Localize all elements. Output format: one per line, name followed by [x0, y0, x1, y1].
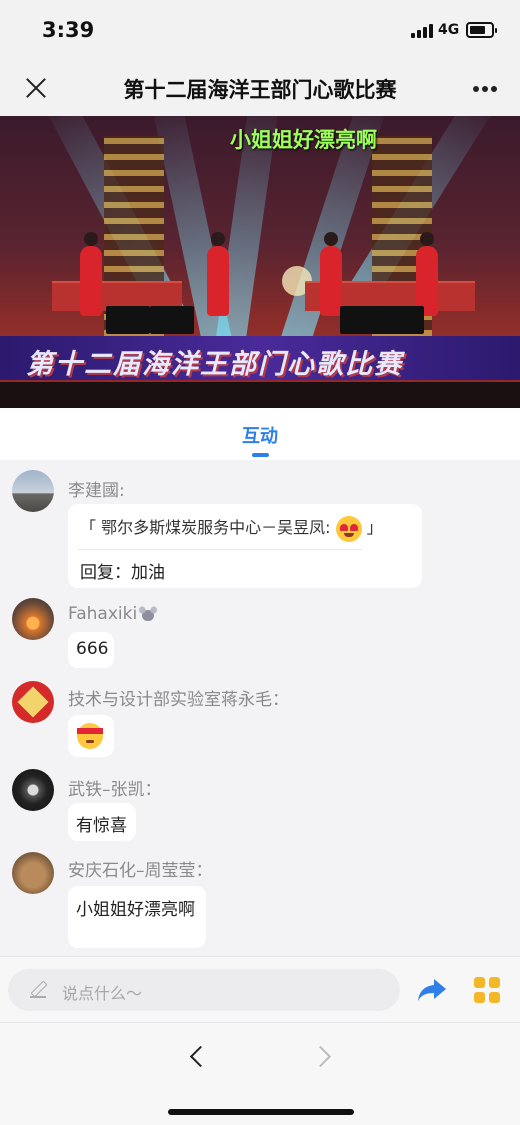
share-icon[interactable] — [416, 976, 448, 1004]
stage-speaker — [380, 306, 424, 334]
avatar[interactable] — [12, 852, 54, 894]
browser-toolbar — [0, 1022, 520, 1125]
comment-input[interactable]: 说点什么～ — [8, 969, 400, 1011]
tab-active-indicator — [252, 453, 269, 457]
reply-text: 回复：加油 — [80, 563, 165, 583]
danmaku-comment: 小姐姐好漂亮啊 — [230, 128, 377, 152]
message-bubble: 有惊喜 — [68, 803, 136, 841]
page-title: 第十二届海洋王部门心歌比赛 — [123, 78, 397, 102]
message-bubble: 666 — [68, 632, 114, 668]
mouse-icon — [139, 606, 158, 622]
back-chevron-icon[interactable] — [182, 1041, 212, 1071]
signal-icon — [411, 24, 433, 38]
tab-bar: 互动 — [0, 408, 520, 460]
status-bar: 3:39 4G — [0, 0, 520, 60]
stage-banner-text: 第十二届海洋王部门心歌比赛 — [26, 349, 403, 380]
message-username: 安庆石化–周莹莹： — [68, 861, 213, 881]
message-feed[interactable]: 李建國: 「 鄂尔多斯煤炭服务中心－吴昱凤: 」 回复：加油 Fahaxiki … — [0, 460, 520, 956]
quote-text: 「 鄂尔多斯煤炭服务中心－吴昱凤: 」 — [80, 514, 383, 542]
message-username: Fahaxiki — [68, 604, 158, 624]
battery-icon — [466, 22, 497, 38]
performer — [80, 232, 102, 316]
comment-bar: 说点什么～ — [0, 956, 520, 1022]
message-username: 武铁–张凯： — [68, 780, 162, 800]
stage-speaker — [340, 306, 384, 334]
heart-eyes-emoji — [335, 515, 362, 542]
avatar[interactable] — [12, 681, 54, 723]
avatar[interactable] — [12, 598, 54, 640]
message-text: 666 — [76, 639, 109, 659]
apps-grid-icon[interactable] — [474, 977, 500, 1003]
live-video-player[interactable]: 第十二届海洋王部门心歌比赛 小姐姐好漂亮啊 — [0, 116, 520, 408]
stage-speaker — [150, 306, 194, 334]
close-icon[interactable] — [22, 74, 50, 102]
headband-emoji — [77, 723, 103, 749]
more-icon[interactable] — [470, 86, 500, 94]
home-indicator[interactable] — [168, 1109, 354, 1115]
tab-interaction[interactable]: 互动 — [220, 422, 300, 448]
quote-prefix: 「 鄂尔多斯煤炭服务中心－吴昱凤: — [80, 518, 331, 537]
message-text: 有惊喜 — [76, 816, 127, 836]
message-bubble — [68, 715, 114, 757]
status-time: 3:39 — [42, 18, 95, 42]
pen-icon — [30, 981, 46, 998]
comment-placeholder: 说点什么～ — [62, 984, 143, 1003]
network-type: 4G — [438, 22, 460, 38]
nav-header: 第十二届海洋王部门心歌比赛 — [0, 60, 520, 116]
avatar[interactable] — [12, 769, 54, 811]
message-text: 小姐姐好漂亮啊 — [76, 900, 195, 920]
message-bubble: 「 鄂尔多斯煤炭服务中心－吴昱凤: 」 回复：加油 — [68, 504, 422, 588]
performer — [207, 232, 229, 316]
message-bubble: 小姐姐好漂亮啊 — [68, 886, 206, 948]
audience-silhouette — [0, 382, 520, 408]
quote-suffix: 」 — [366, 518, 383, 537]
stage-speaker — [106, 306, 150, 334]
avatar[interactable] — [12, 470, 54, 512]
performer — [320, 232, 342, 316]
forward-chevron-icon[interactable] — [308, 1041, 338, 1071]
message-username: 李建國: — [68, 481, 125, 501]
message-username: 技术与设计部实验室蒋永毛： — [68, 690, 289, 710]
quote-divider — [78, 549, 362, 550]
